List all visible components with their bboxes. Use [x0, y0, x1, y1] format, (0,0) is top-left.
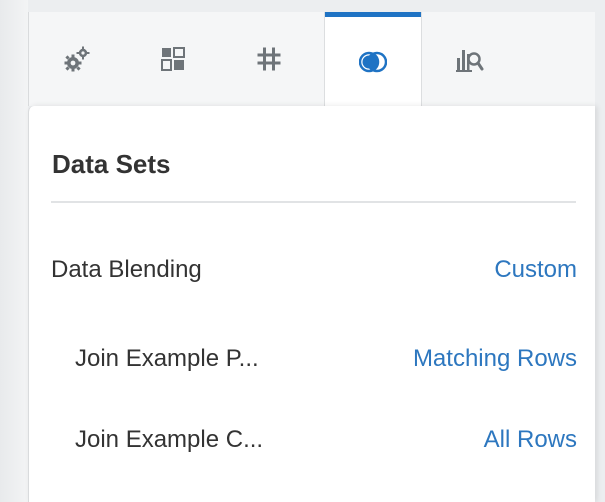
join-row: Join Example P... Matching Rows — [29, 337, 595, 387]
background-app-edge — [0, 0, 28, 502]
tab-general[interactable] — [29, 12, 125, 106]
title-divider — [51, 201, 576, 203]
blend-circles-icon — [359, 50, 387, 74]
properties-stage: Data Sets Data Blending Custom Join Exam… — [0, 0, 605, 502]
tab-data-sets[interactable] — [325, 12, 421, 106]
join-label: Join Example C... — [75, 426, 264, 453]
tab-number-format[interactable] — [221, 12, 317, 106]
join-row: Join Example C... All Rows — [29, 418, 595, 468]
join-type-link[interactable]: All Rows — [484, 426, 577, 454]
data-sets-panel: Data Sets Data Blending Custom Join Exam… — [28, 106, 595, 502]
data-blending-value-link[interactable]: Custom — [494, 256, 577, 284]
tab-analytics[interactable] — [421, 12, 517, 106]
panel-title: Data Sets — [52, 149, 171, 179]
properties-tab-bar — [28, 12, 595, 106]
data-blending-label: Data Blending — [51, 256, 202, 283]
layout-grid-icon — [160, 46, 186, 72]
data-blending-row: Data Blending Custom — [29, 248, 595, 298]
join-type-link[interactable]: Matching Rows — [413, 345, 577, 373]
tab-layout[interactable] — [125, 12, 221, 106]
hash-icon — [256, 46, 282, 72]
chart-search-icon — [454, 44, 484, 74]
join-label: Join Example P... — [75, 345, 259, 372]
gears-icon — [62, 44, 92, 74]
